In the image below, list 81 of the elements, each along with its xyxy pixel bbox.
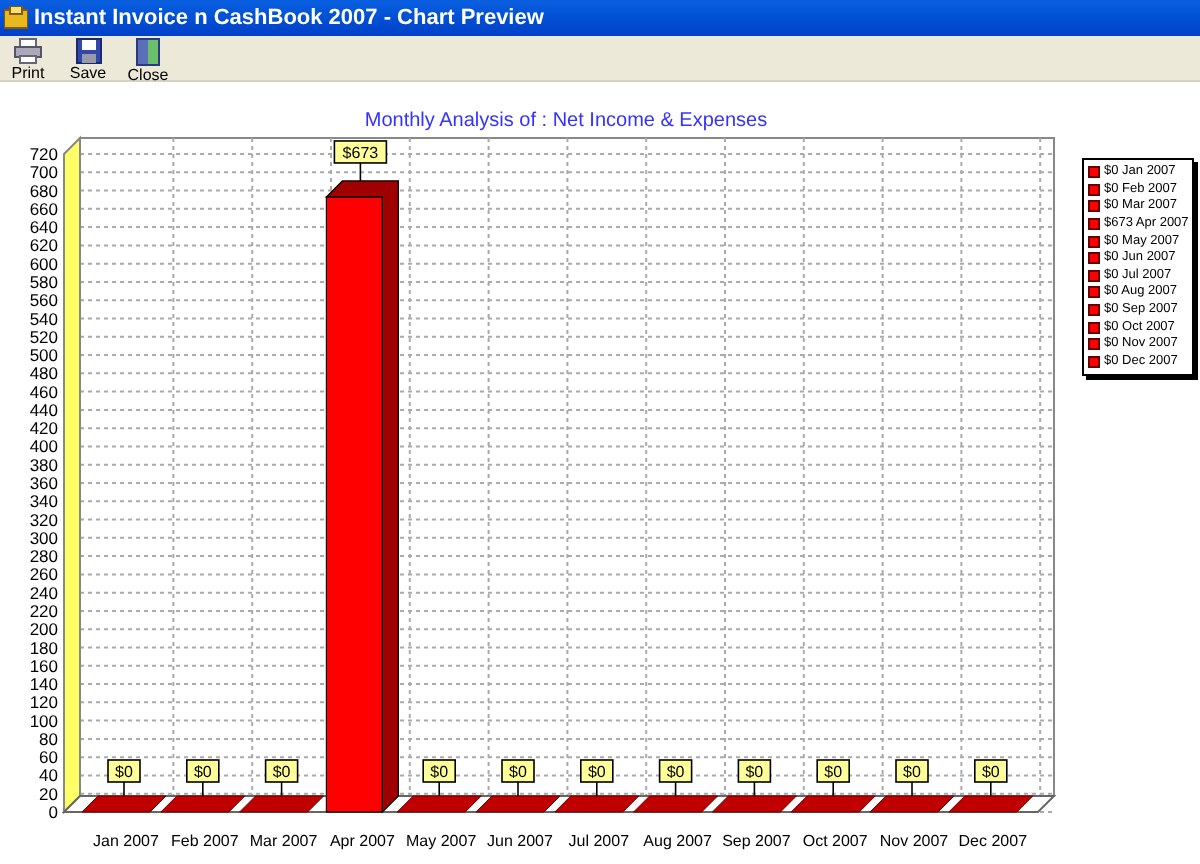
y-tick-label: 460 bbox=[29, 381, 58, 402]
legend-swatch bbox=[1088, 183, 1100, 196]
y-tick-label: 360 bbox=[29, 473, 58, 493]
y-tick-label: 600 bbox=[29, 253, 58, 274]
legend-swatch bbox=[1088, 338, 1100, 351]
y-tick-label: 260 bbox=[29, 564, 58, 585]
x-axis-label: Dec 2007 bbox=[958, 832, 1028, 850]
x-axis-label: Jun 2007 bbox=[487, 832, 553, 850]
x-axis-label: Jul 2007 bbox=[568, 832, 630, 850]
x-axis-label: Sep 2007 bbox=[722, 832, 791, 850]
legend-swatch bbox=[1088, 252, 1100, 265]
window-title: Instant Invoice n CashBook 2007 - Chart Preview bbox=[34, 7, 544, 29]
y-tick-label: 620 bbox=[29, 235, 58, 256]
value-label: $673 bbox=[333, 140, 388, 164]
chart-title: Monthly Analysis of : Net Income & Expenses bbox=[364, 110, 768, 134]
toolbar-button[interactable]: Print bbox=[4, 36, 52, 82]
toolbar-button[interactable]: Close bbox=[124, 36, 172, 84]
y-tick-label: 680 bbox=[29, 180, 58, 201]
y-tick-label: 660 bbox=[29, 198, 58, 219]
y-tick-label: 20 bbox=[39, 783, 58, 804]
value-label: $0 bbox=[264, 759, 299, 783]
value-label: $0 bbox=[974, 759, 1008, 783]
printer-icon bbox=[14, 38, 42, 64]
y-tick-label: 380 bbox=[29, 454, 58, 475]
y-tick-label: 160 bbox=[29, 655, 58, 676]
y-tick-label: 420 bbox=[29, 418, 58, 439]
y-tick-label: 440 bbox=[29, 399, 58, 420]
y-tick-label: 240 bbox=[29, 582, 58, 603]
y-tick-label: 640 bbox=[29, 217, 58, 238]
y-tick-label: 180 bbox=[29, 637, 58, 658]
x-axis-label: Nov 2007 bbox=[879, 832, 949, 850]
y-tick-label: 60 bbox=[39, 747, 58, 768]
y-tick-label: 400 bbox=[29, 436, 58, 457]
legend-swatch bbox=[1088, 200, 1100, 213]
x-axis-label: Oct 2007 bbox=[802, 832, 868, 850]
y-tick-label: 580 bbox=[29, 271, 58, 292]
y-tick-label: 700 bbox=[29, 162, 58, 183]
app-icon bbox=[4, 6, 28, 30]
legend-swatch bbox=[1088, 321, 1100, 334]
toolbar-button[interactable]: Save bbox=[64, 36, 112, 82]
value-label: $0 bbox=[186, 759, 220, 783]
x-axis-label: Feb 2007 bbox=[171, 832, 239, 850]
value-label: $0 bbox=[737, 759, 772, 783]
legend-swatch bbox=[1088, 269, 1100, 282]
y-tick-label: 80 bbox=[39, 728, 58, 749]
y-tick-label: 480 bbox=[29, 363, 58, 384]
value-label: $0 bbox=[580, 759, 614, 783]
y-tick-label: 200 bbox=[29, 619, 58, 640]
x-axis-label: Mar 2007 bbox=[249, 832, 318, 850]
y-tick-label: 720 bbox=[29, 144, 58, 164]
legend-swatch bbox=[1088, 304, 1100, 317]
y-tick-label: 120 bbox=[29, 692, 58, 713]
x-axis-label: May 2007 bbox=[406, 832, 477, 850]
door-icon bbox=[136, 38, 160, 66]
y-tick-label: 40 bbox=[39, 765, 58, 786]
y-tick-label: 300 bbox=[29, 527, 58, 548]
legend-swatch bbox=[1088, 286, 1100, 299]
y-tick-label: 320 bbox=[29, 509, 58, 530]
value-label: $0 bbox=[816, 759, 850, 783]
value-label: $0 bbox=[501, 759, 535, 783]
y-tick-label: 140 bbox=[29, 674, 58, 695]
y-tick-label: 280 bbox=[29, 546, 58, 567]
y-tick-label: 520 bbox=[29, 326, 58, 347]
legend-swatch bbox=[1088, 166, 1100, 179]
legend-swatch bbox=[1088, 355, 1100, 368]
legend-swatch bbox=[1088, 218, 1100, 231]
x-axis-label: Apr 2007 bbox=[329, 832, 395, 850]
value-label: $0 bbox=[107, 759, 141, 783]
y-tick-label: 560 bbox=[29, 290, 58, 311]
x-axis-label: Aug 2007 bbox=[643, 832, 712, 850]
y-tick-label: 220 bbox=[29, 600, 58, 621]
y-tick-label: 0 bbox=[48, 802, 58, 822]
value-label: $0 bbox=[895, 759, 929, 783]
x-axis-label: Jan 2007 bbox=[93, 832, 159, 850]
y-tick-label: 540 bbox=[29, 308, 58, 329]
value-label: $0 bbox=[422, 759, 456, 783]
y-tick-label: 500 bbox=[29, 345, 58, 366]
y-tick-label: 100 bbox=[29, 710, 58, 731]
y-tick-label: 340 bbox=[29, 491, 58, 512]
value-label: $0 bbox=[658, 759, 693, 783]
legend-swatch bbox=[1088, 235, 1100, 248]
